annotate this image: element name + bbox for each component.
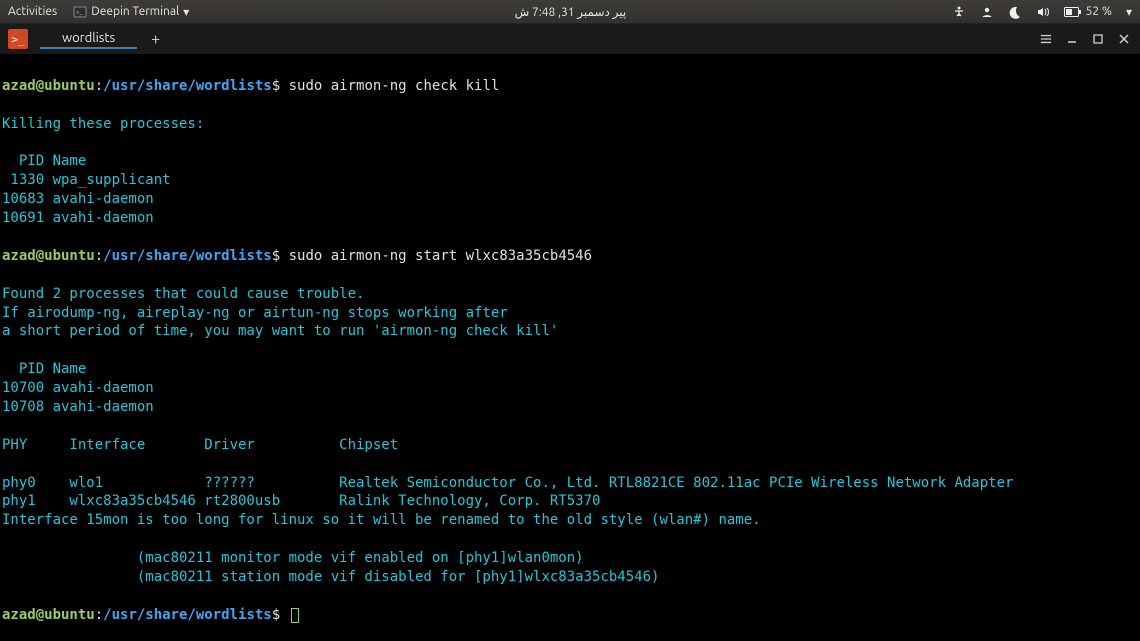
prompt-dollar: $ xyxy=(272,607,280,623)
output-line: a short period of time, you may want to … xyxy=(2,323,558,339)
tab-wordlists[interactable]: wordlists xyxy=(40,29,137,49)
prompt-sep: : xyxy=(95,78,103,94)
output-line: PID Name xyxy=(2,153,86,169)
output-line: 10683 avahi-daemon xyxy=(2,191,154,207)
output-line: 10708 avahi-daemon xyxy=(2,399,154,415)
app-menu-label: Deepin Terminal xyxy=(91,5,179,18)
output-line: (mac80211 monitor mode vif enabled on [p… xyxy=(2,550,584,566)
chevron-down-icon[interactable]: ▾ xyxy=(1126,5,1132,19)
output-line: phy0 wlo1 ?????? Realtek Semiconductor C… xyxy=(2,475,1013,491)
clock[interactable]: پیر دسمبر 31, 7:48 ش xyxy=(515,5,627,19)
output-line: PHY Interface Driver Chipset xyxy=(2,437,398,453)
output-line: (mac80211 station mode vif disabled for … xyxy=(2,569,659,585)
new-tab-button[interactable]: + xyxy=(137,30,174,48)
accessibility-icon[interactable] xyxy=(952,5,966,19)
output-line: Killing these processes: xyxy=(2,116,204,132)
output-line: phy1 wlxc83a35cb4546 rt2800usb Ralink Te… xyxy=(2,493,600,509)
output-line: If airodump-ng, aireplay-ng or airtun-ng… xyxy=(2,305,508,321)
prompt-user: azad@ubuntu xyxy=(2,78,95,94)
prompt-sep: : xyxy=(95,248,103,264)
output-line: PID Name xyxy=(2,361,86,377)
chevron-down-icon: ▾ xyxy=(183,5,189,19)
prompt-sep: : xyxy=(95,607,103,623)
night-icon[interactable] xyxy=(1008,5,1022,19)
output-line: Interface 15mon is too long for linux so… xyxy=(2,512,761,528)
prompt-path: /usr/share/wordlists xyxy=(103,607,272,623)
prompt-dollar: $ xyxy=(272,78,280,94)
command-text: sudo airmon-ng check kill xyxy=(280,78,499,94)
prompt-path: /usr/share/wordlists xyxy=(103,78,272,94)
user-icon[interactable] xyxy=(980,5,994,19)
prompt-user: azad@ubuntu xyxy=(2,248,95,264)
prompt-dollar: $ xyxy=(272,248,280,264)
maximize-button[interactable] xyxy=(1092,33,1104,45)
volume-icon[interactable] xyxy=(1036,5,1050,19)
battery-percent: 52 % xyxy=(1086,5,1112,18)
output-line: 1330 wpa_supplicant xyxy=(2,172,171,188)
output-line: 10700 avahi-daemon xyxy=(2,380,154,396)
output-line: Found 2 processes that could cause troub… xyxy=(2,286,364,302)
app-menu[interactable]: >_ Deepin Terminal ▾ xyxy=(73,5,189,19)
battery-icon[interactable]: 52 % xyxy=(1064,5,1112,18)
terminal-app-icon: >_ xyxy=(73,5,87,19)
prompt-user: azad@ubuntu xyxy=(2,607,95,623)
terminal-tabbar: >_ wordlists + xyxy=(0,24,1140,54)
terminal-cursor xyxy=(291,608,299,623)
close-button[interactable] xyxy=(1118,33,1130,45)
output-line: 10691 avahi-daemon xyxy=(2,210,154,226)
minimize-button[interactable] xyxy=(1066,33,1078,45)
system-topbar: Activities >_ Deepin Terminal ▾ پیر دسمب… xyxy=(0,0,1140,24)
menu-icon[interactable] xyxy=(1040,33,1052,45)
svg-text:>_: >_ xyxy=(76,9,82,16)
activities-button[interactable]: Activities xyxy=(8,5,57,18)
terminal-output[interactable]: azad@ubuntu:/usr/share/wordlists$ sudo a… xyxy=(0,54,1140,629)
command-text: sudo airmon-ng start wlxc83a35cb4546 xyxy=(280,248,592,264)
prompt-path: /usr/share/wordlists xyxy=(103,248,272,264)
terminal-icon: >_ xyxy=(8,29,28,49)
